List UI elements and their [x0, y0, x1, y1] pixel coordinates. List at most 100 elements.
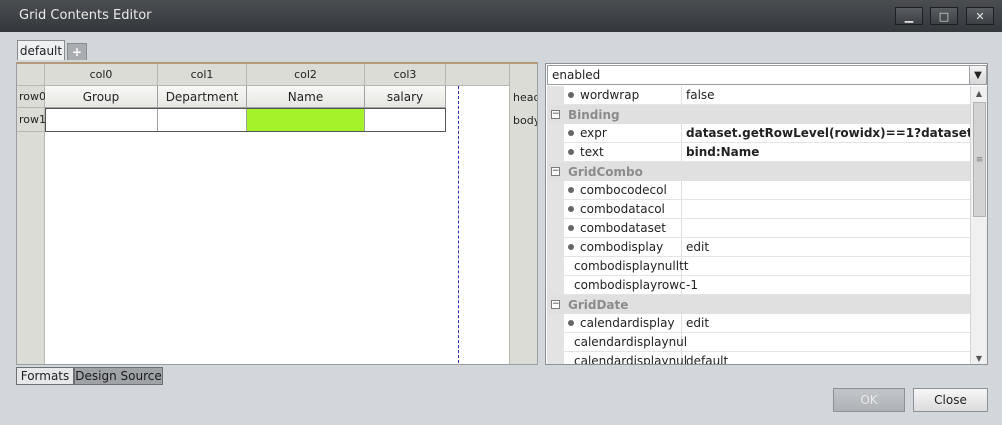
add-format-tab-button[interactable]: +	[67, 43, 87, 60]
property-name-text: expr	[580, 126, 607, 140]
property-selector-value: enabled	[552, 68, 601, 82]
column-header-col0[interactable]: col0	[45, 64, 158, 86]
property-selector[interactable]: enabled ▼	[547, 65, 987, 85]
property-value[interactable]	[682, 257, 970, 275]
title-bar: Grid Contents Editor ▁ □ ✕	[0, 0, 1002, 32]
property-row[interactable]: combocodecol	[547, 181, 970, 200]
row-gutter	[547, 333, 564, 351]
property-value[interactable]: bind:Name	[682, 143, 970, 161]
property-grid: wordwrap false − Binding expr dataset.getRowL…	[547, 86, 970, 364]
row-gutter	[547, 219, 564, 237]
property-name-text: combodataset	[580, 221, 666, 235]
row-label-row1[interactable]: row1	[17, 108, 46, 132]
property-name[interactable]: expr	[564, 124, 682, 142]
dialog-body: default + col0 col1 col2 col3 row0 row1 …	[0, 32, 1002, 425]
property-row[interactable]: combodisplaynulltt	[547, 257, 970, 276]
property-name[interactable]: combodisplayrowc	[564, 276, 686, 294]
ok-button[interactable]: OK	[833, 388, 905, 412]
bullet-icon	[568, 206, 574, 212]
scroll-up-icon[interactable]: ▲	[971, 86, 987, 100]
row-label-row0[interactable]: row0	[17, 86, 46, 108]
property-row[interactable]: combodisplay edit	[547, 238, 970, 257]
column-header-col3[interactable]: col3	[365, 64, 446, 86]
category-name: GridDate	[568, 297, 629, 312]
property-value[interactable]: false	[682, 86, 970, 104]
tab-default-format[interactable]: default	[17, 40, 65, 60]
bullet-icon	[568, 187, 574, 193]
bullet-icon	[568, 92, 574, 98]
property-value[interactable]: edit	[682, 314, 970, 332]
minimize-button[interactable]: ▁	[895, 7, 923, 25]
property-name[interactable]: text	[564, 143, 682, 161]
collapse-icon[interactable]: −	[547, 110, 564, 119]
property-category[interactable]: − GridCombo	[547, 162, 970, 181]
head-cell-group[interactable]: Group	[45, 86, 158, 108]
body-cell-col2-selected[interactable]	[247, 109, 365, 131]
bullet-icon	[568, 225, 574, 231]
property-name[interactable]: wordwrap	[564, 86, 682, 104]
property-row[interactable]: calendardisplaynul	[547, 333, 970, 352]
row-gutter	[547, 124, 564, 142]
body-cell-col0[interactable]	[46, 109, 158, 131]
column-header-col1[interactable]: col1	[158, 64, 247, 86]
property-value[interactable]	[682, 181, 970, 199]
collapse-icon[interactable]: −	[547, 167, 564, 176]
property-name[interactable]: combodatacol	[564, 200, 682, 218]
property-panel: enabled ▼ wordwrap false − Binding expr datas…	[545, 63, 988, 365]
maximize-button[interactable]: □	[930, 7, 958, 25]
property-row[interactable]: expr dataset.getRowLevel(rowidx)==1?datas…	[547, 124, 970, 143]
property-scrollbar[interactable]: ▲ ≡ ▼	[970, 86, 987, 364]
property-name[interactable]: combodisplay	[564, 238, 682, 256]
tab-formats[interactable]: Formats	[16, 367, 74, 385]
property-value[interactable]: default	[682, 352, 970, 364]
head-cell-department[interactable]: Department	[158, 86, 247, 108]
row-gutter	[547, 200, 564, 218]
head-cell-name[interactable]: Name	[247, 86, 365, 108]
tab-design-source[interactable]: Design Source	[74, 367, 163, 385]
property-name-text: combodisplayrowc	[574, 278, 686, 292]
property-value[interactable]: -1	[682, 276, 970, 294]
property-row[interactable]: text bind:Name	[547, 143, 970, 162]
property-name-text: text	[580, 145, 604, 159]
head-cell-salary[interactable]: salary	[365, 86, 446, 108]
property-name-text: calendardisplaynul	[574, 354, 688, 365]
body-cell-col1[interactable]	[158, 109, 247, 131]
scroll-thumb[interactable]: ≡	[973, 102, 986, 217]
corner-header	[17, 64, 45, 86]
grid-width-guide[interactable]	[458, 86, 459, 364]
property-value[interactable]: edit	[682, 238, 970, 256]
property-row[interactable]: wordwrap false	[547, 86, 970, 105]
category-name: GridCombo	[568, 164, 643, 179]
property-value[interactable]: dataset.getRowLevel(rowidx)==1?dataset.g…	[682, 124, 970, 142]
property-name[interactable]: calendardisplaynul	[564, 352, 687, 364]
property-name[interactable]: calendardisplay	[564, 314, 682, 332]
close-window-button[interactable]: ✕	[966, 7, 994, 25]
property-value[interactable]	[682, 200, 970, 218]
close-button[interactable]: Close	[913, 388, 988, 412]
body-cell-col3[interactable]	[365, 109, 445, 131]
row-gutter	[547, 352, 564, 364]
property-row[interactable]: calendardisplay edit	[547, 314, 970, 333]
column-header-col2[interactable]: col2	[247, 64, 365, 86]
property-row[interactable]: combodatacol	[547, 200, 970, 219]
property-name[interactable]: calendardisplaynul	[564, 333, 687, 351]
property-row[interactable]: combodisplayrowc -1	[547, 276, 970, 295]
band-label-head: head	[513, 90, 538, 104]
row-gutter	[547, 181, 564, 199]
property-category[interactable]: − Binding	[547, 105, 970, 124]
row-gutter	[547, 314, 564, 332]
property-name[interactable]: combodataset	[564, 219, 682, 237]
row-label-strip	[17, 132, 45, 364]
property-row[interactable]: combodataset	[547, 219, 970, 238]
scroll-down-icon[interactable]: ▼	[971, 351, 987, 364]
row-gutter	[547, 86, 564, 104]
property-row[interactable]: calendardisplaynul default	[547, 352, 970, 364]
property-name-text: combocodecol	[580, 183, 667, 197]
collapse-icon[interactable]: −	[547, 300, 564, 309]
chevron-down-icon[interactable]: ▼	[969, 66, 986, 84]
property-category[interactable]: − GridDate	[547, 295, 970, 314]
property-value[interactable]	[682, 219, 970, 237]
property-value[interactable]	[682, 333, 970, 351]
property-name[interactable]: combocodecol	[564, 181, 682, 199]
property-name[interactable]: combodisplaynulltt	[564, 257, 689, 275]
